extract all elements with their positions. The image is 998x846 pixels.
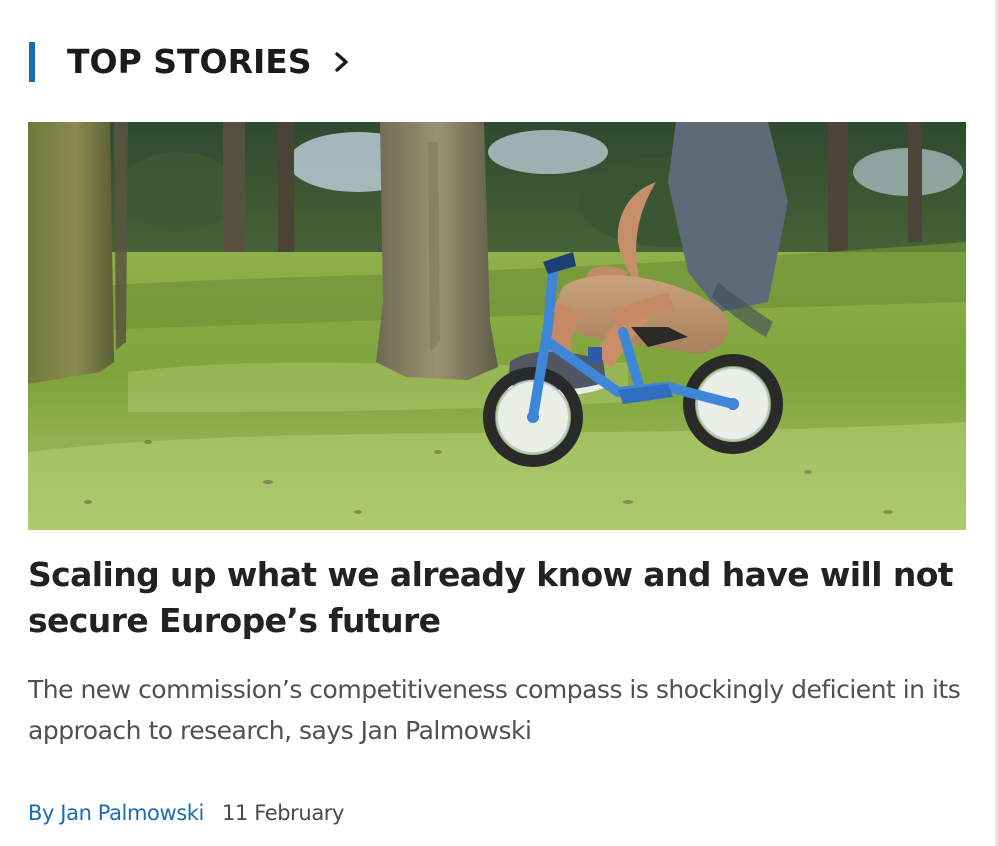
hero-image[interactable] — [28, 122, 966, 530]
section-accent-bar — [29, 42, 35, 82]
article-meta: By Jan Palmowski 11 February — [28, 798, 344, 828]
author-byline-link[interactable]: By Jan Palmowski — [28, 801, 204, 825]
chevron-right-icon[interactable] — [334, 51, 350, 73]
article-headline[interactable]: Scaling up what we already know and have… — [28, 552, 968, 644]
hero-photo-balance-bike — [28, 122, 966, 530]
publish-date: 11 February — [222, 801, 345, 825]
section-header-top-stories[interactable]: TOP STORIES — [29, 40, 350, 84]
article-standfirst: The new commission’s competitiveness com… — [28, 675, 961, 745]
section-title: TOP STORIES — [67, 42, 312, 81]
